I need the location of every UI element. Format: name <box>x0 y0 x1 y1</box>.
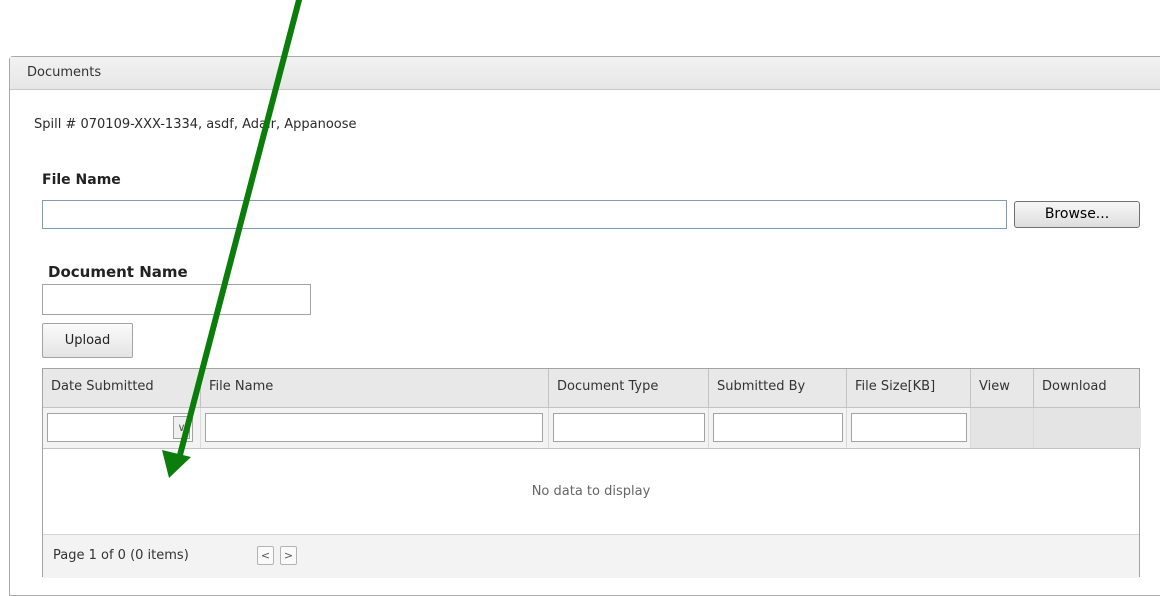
grid-header-row: Date Submitted File Name Document Type S… <box>43 369 1139 408</box>
empty-message: No data to display <box>531 484 651 499</box>
file-name-label: File Name <box>42 172 121 188</box>
spill-info: Spill # 070109-XXX-1334, asdf, Adair, Ap… <box>34 117 357 132</box>
filter-cell-file-name <box>201 408 549 448</box>
pager-summary: Page 1 of 0 (0 items) <box>53 548 189 563</box>
submitted-by-filter-input[interactable] <box>713 413 843 442</box>
browse-button[interactable]: Browse... <box>1014 201 1140 228</box>
file-name-input[interactable] <box>42 200 1007 229</box>
file-size-filter-input[interactable] <box>851 413 967 442</box>
grid-filter-row: ∨ <box>43 408 1141 449</box>
file-name-filter-input[interactable] <box>205 413 543 442</box>
column-header-view[interactable]: View <box>971 369 1034 407</box>
panel-title: Documents <box>10 57 1160 90</box>
filter-cell-download <box>1034 408 1141 448</box>
document-name-input[interactable] <box>42 284 311 315</box>
chevron-left-icon[interactable]: < <box>257 546 274 565</box>
column-header-submitted-by[interactable]: Submitted By <box>709 369 847 407</box>
column-header-download[interactable]: Download <box>1034 369 1141 407</box>
documents-grid: Date Submitted File Name Document Type S… <box>42 368 1141 578</box>
column-header-file-size[interactable]: File Size[KB] <box>847 369 971 407</box>
chevron-down-icon[interactable]: ∨ <box>173 416 190 439</box>
filter-cell-document-type <box>549 408 709 448</box>
upload-button[interactable]: Upload <box>42 323 133 358</box>
filter-cell-date: ∨ <box>43 408 201 448</box>
column-header-date-submitted[interactable]: Date Submitted <box>43 369 201 407</box>
filter-cell-file-size <box>847 408 971 448</box>
chevron-right-icon[interactable]: > <box>280 546 297 565</box>
filter-cell-submitted-by <box>709 408 847 448</box>
column-header-document-type[interactable]: Document Type <box>549 369 709 407</box>
grid-pager: Page 1 of 0 (0 items) < > <box>43 534 1139 578</box>
filter-cell-view <box>971 408 1034 448</box>
column-header-file-name[interactable]: File Name <box>201 369 549 407</box>
date-filter-combobox[interactable]: ∨ <box>47 413 193 442</box>
document-type-filter-input[interactable] <box>553 413 705 442</box>
document-name-label: Document Name <box>48 263 188 281</box>
